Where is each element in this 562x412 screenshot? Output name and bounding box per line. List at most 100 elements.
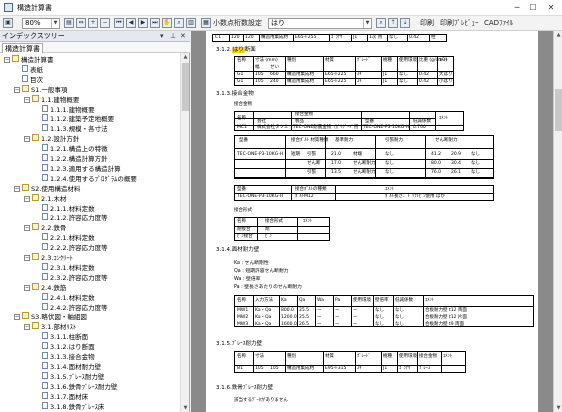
tree-node[interactable]: − 2.1.木材 — [24, 193, 66, 204]
zoom-out-icon[interactable]: − — [100, 18, 110, 28]
tree-node[interactable]: 2.3.2.許容応力度等 — [34, 272, 108, 283]
next-page-icon[interactable]: ▶ — [138, 18, 148, 28]
tree-node[interactable]: − 1.1.建物概要 — [24, 94, 80, 105]
tree-node[interactable]: 1.1.1.建物概要 — [34, 104, 95, 115]
collapse-icon[interactable]: − — [24, 255, 30, 261]
tree-node[interactable]: 表紙 — [14, 64, 43, 75]
tree-node[interactable]: 2.4.2.許容応力度等 — [34, 302, 108, 313]
tree-node[interactable]: 3.1.3.接合金物 — [34, 352, 95, 362]
table-cell: なし — [385, 152, 394, 157]
table-rule — [351, 35, 352, 42]
tree-node[interactable]: − S3.略伏図・軸組図 — [14, 312, 87, 322]
collapse-icon[interactable]: − — [14, 86, 20, 93]
collapse-icon[interactable]: − — [24, 324, 30, 331]
tree-node-label: 1.1.1.建物概要 — [50, 105, 95, 114]
tree-node[interactable]: − 1.2.設計方針 — [24, 134, 79, 144]
save-icon[interactable]: ▣ — [3, 18, 13, 28]
collapse-icon[interactable]: − — [24, 96, 30, 103]
fit-width-icon[interactable]: ⇔ — [76, 18, 86, 28]
scroll-up-icon[interactable]: ▲ — [554, 31, 562, 39]
scroll-up-icon[interactable]: ▲ — [181, 53, 190, 61]
minimize-button[interactable]: ─ — [510, 2, 524, 14]
first-page-icon[interactable]: ⏮ — [114, 18, 124, 28]
close-button[interactable]: ✕ — [544, 2, 558, 14]
folder-icon — [32, 193, 39, 201]
document-icon — [42, 361, 48, 369]
tree-node[interactable]: − 2.4.鉄筋 — [24, 282, 66, 293]
scroll-thumb[interactable] — [555, 89, 562, 131]
tree-node[interactable]: 目次 — [14, 74, 43, 85]
tree-node[interactable]: 2.3.1.材料定数 — [34, 262, 95, 273]
tree-node[interactable]: 3.1.2.はり断面 — [34, 342, 95, 352]
tree-node[interactable]: 3.1.4.面材耐力壁 — [34, 361, 101, 372]
collapse-icon[interactable]: − — [4, 57, 10, 63]
tree-node[interactable]: 1.2.1.構造上の特徴 — [34, 144, 108, 154]
tree-node[interactable]: − 2.2.鉄骨 — [24, 223, 66, 233]
table-cell: 26.1 — [451, 170, 462, 175]
tree-node[interactable]: − S1.一般事項 — [14, 84, 67, 95]
table-cell: 材質 — [325, 354, 334, 359]
collapse-icon[interactable]: − — [14, 314, 20, 321]
collapse-icon[interactable]: − — [14, 185, 20, 192]
search-icon[interactable]: ⌕ — [174, 18, 184, 28]
chevron-down-icon[interactable]: ▾ — [160, 31, 164, 41]
tree-node[interactable]: 2.1.1.材料定数 — [34, 203, 95, 214]
tree-node[interactable]: 2.2.2.許容応力度等 — [34, 243, 108, 253]
table-cell: MW1 — [237, 308, 249, 313]
page-view-icon[interactable]: ▥ — [186, 18, 196, 28]
scroll-down-icon[interactable]: ▼ — [181, 404, 190, 412]
cad-file-button[interactable]: CADﾌｧｲﾙ — [484, 18, 513, 29]
tree-node[interactable]: − 構造計算書 — [4, 55, 54, 65]
tree-node[interactable]: 3.1.1.柱断面 — [34, 332, 88, 342]
tree-node[interactable]: 1.1.3.規模・各寸法 — [34, 124, 108, 134]
hand-tool-icon[interactable]: ✋ — [162, 18, 172, 28]
table-rule — [373, 296, 374, 327]
tree-node[interactable]: − 2.3.ｺﾝｸﾘｰﾄ — [24, 253, 73, 263]
prev-page-icon[interactable]: ◀ — [126, 18, 136, 28]
decimal-icon[interactable]: ▦ — [201, 18, 211, 28]
tree-node[interactable]: − 3.1.部材ﾘｽﾄ — [24, 322, 76, 332]
collapse-icon[interactable]: − — [24, 136, 30, 143]
close-icon[interactable]: ✕ — [180, 31, 186, 41]
tree-node[interactable]: 2.2.1.材料定数 — [34, 233, 95, 243]
tree-node[interactable]: 3.1.5.ﾌﾞﾚｰｽ耐力壁 — [34, 371, 104, 382]
decimal-setting-button[interactable]: 小数点桁数設定 — [213, 18, 262, 29]
table-rule — [257, 218, 258, 241]
maximize-button[interactable]: ☐ — [526, 2, 540, 14]
zoom-select[interactable]: 80% ▼ — [22, 18, 60, 29]
scroll-thumb[interactable] — [182, 63, 189, 111]
print-preview-button[interactable]: 印刷ﾌﾟﾚﾋﾞｭｰ — [440, 18, 479, 29]
tree-node[interactable]: 3.1.7.面材床 — [34, 391, 88, 402]
app-icon — [4, 3, 13, 12]
tree-node[interactable]: 2.1.2.許容応力度等 — [34, 213, 108, 223]
tree-node-label: 1.1.建物概要 — [41, 95, 80, 104]
table-rule — [397, 352, 398, 373]
table-cell: 0.42 — [419, 79, 430, 84]
fit-page-icon[interactable]: ▤ — [64, 18, 74, 28]
table-cell: B1 — [237, 366, 243, 371]
collapse-icon[interactable]: − — [24, 195, 30, 202]
tree-node[interactable]: − S2.使用構造材料 — [14, 183, 80, 194]
tree-node[interactable]: 3.1.6.鉄骨ﾌﾞﾚｰｽ耐力壁 — [34, 381, 117, 392]
tree-node[interactable]: 2.4.1.材料定数 — [34, 292, 95, 303]
collapse-icon[interactable]: − — [24, 284, 30, 291]
tree-node[interactable]: 1.1.2.建築予定地概要 — [34, 114, 114, 124]
find-icon[interactable]: ⌕ — [376, 18, 386, 28]
zoom-in-icon[interactable]: + — [88, 18, 98, 28]
find-next-icon[interactable]: ⇣ — [400, 18, 410, 28]
pin-icon[interactable]: ⊥ — [170, 31, 176, 41]
scroll-down-icon[interactable]: ▼ — [554, 404, 562, 412]
tree-node[interactable]: 1.2.4.使用するﾌﾟﾛｸﾞﾗﾑの概要 — [34, 173, 137, 184]
last-page-icon[interactable]: ⏭ — [150, 18, 160, 28]
tree-node[interactable]: 3.1.8.鉄骨ﾌﾞﾚｰｽ床 — [34, 401, 104, 412]
tab-structure-report[interactable]: 構造計算書 — [2, 43, 43, 53]
collapse-icon[interactable]: − — [24, 225, 30, 232]
find-prev-icon[interactable]: ⇡ — [388, 18, 398, 28]
tree-scrollbar[interactable]: ▲ ▼ — [180, 53, 189, 412]
search-input[interactable]: はり ▼ — [268, 18, 372, 29]
tree-node[interactable]: 1.2.2.構造計算方針 — [34, 154, 108, 164]
print-button[interactable]: 印刷 — [420, 18, 434, 29]
section-number: 3.1.2. — [216, 47, 232, 53]
tree-node[interactable]: 1.2.3.適用する構造計算 — [34, 163, 121, 174]
document-scrollbar[interactable]: ▲ ▼ — [553, 31, 562, 412]
